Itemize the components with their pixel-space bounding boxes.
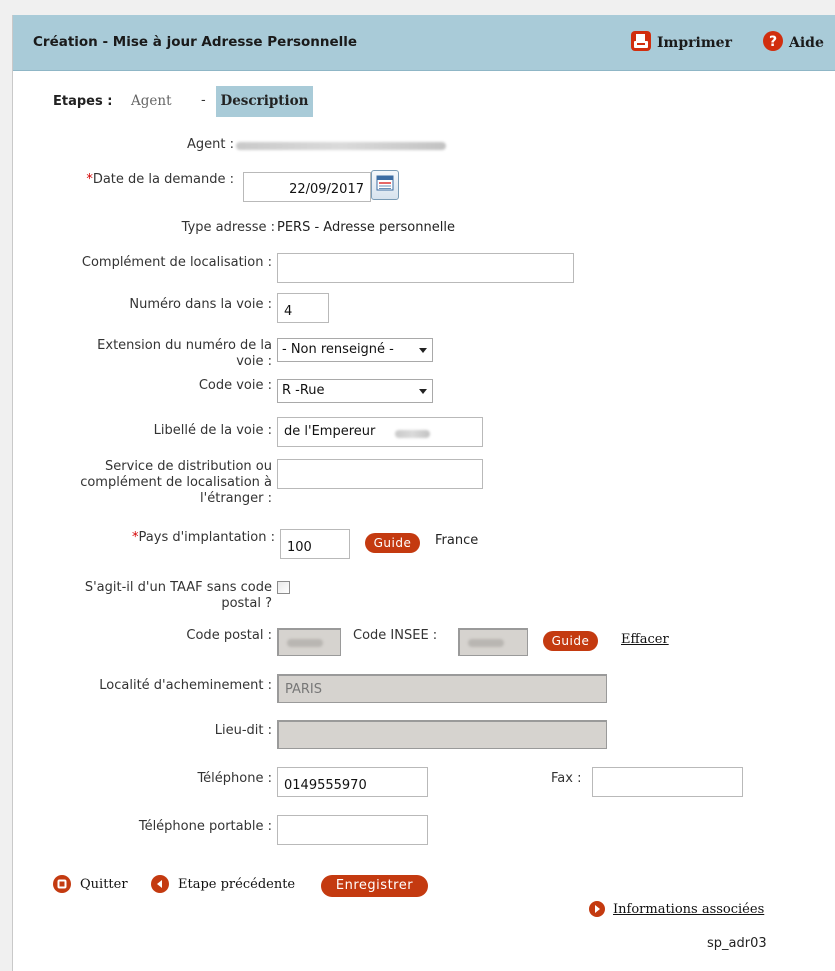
date-input[interactable] [243,172,371,202]
taaf-checkbox[interactable] [277,581,290,594]
service-input[interactable] [277,459,483,489]
complement-input[interactable] [277,253,574,283]
service-label: Service de distribution ou complément de… [80,459,272,506]
fax-label: Fax : [551,771,582,786]
agent-name-redacted [236,142,446,150]
extension-select[interactable]: - Non renseigné - [277,338,433,362]
save-button[interactable]: Enregistrer [321,875,428,897]
postal-guide-button[interactable]: Guide [543,631,598,651]
portable-label: Téléphone portable : [138,819,272,834]
stop-icon [53,875,71,893]
arrow-left-icon [151,875,169,893]
steps-label: Etapes : [53,94,113,109]
code-voie-select[interactable]: R -Rue [277,379,433,403]
form-panel: Création - Mise à jour Adresse Personnel… [12,15,835,971]
libelle-label: Libellé de la voie : [153,423,272,438]
agent-label: Agent : [187,137,234,152]
fax-input[interactable] [592,767,743,797]
arrow-right-icon [589,901,605,917]
calendar-button[interactable] [371,170,399,200]
pays-input[interactable] [280,529,350,559]
screen-id: sp_adr03 [707,936,767,951]
page-title: Création - Mise à jour Adresse Personnel… [33,34,358,50]
print-label: Imprimer [657,35,732,51]
svg-text:?: ? [769,34,777,50]
pays-name: France [435,533,479,548]
date-label: *Date de la demande : [86,172,234,187]
chevron-down-icon [419,348,427,353]
help-icon: ? [762,30,784,56]
code-postal-input[interactable] [277,628,341,656]
lieu-dit-label: Lieu-dit : [214,723,272,738]
pays-label: *Pays d'implantation : [132,530,275,545]
localite-label: Localité d'acheminement : [99,678,272,693]
printer-icon [630,30,652,56]
pays-guide-button[interactable]: Guide [365,533,420,553]
help-label: Aide [789,35,824,51]
type-value: PERS - Adresse personnelle [277,220,455,235]
chevron-down-icon [419,389,427,394]
page-header: Création - Mise à jour Adresse Personnel… [13,15,835,71]
effacer-link[interactable]: Effacer [621,632,669,647]
related-info-link[interactable]: Informations associées [589,901,764,917]
lieu-dit-input[interactable] [277,720,607,749]
taaf-label: S'agit-il d'un TAAF sans code postal ? [84,580,272,611]
previous-step-button[interactable]: Etape précédente [151,875,295,893]
type-label: Type adresse : [181,220,275,235]
extension-label: Extension du numéro de la voie : [97,338,272,369]
portable-input[interactable] [277,815,428,845]
complement-label: Complément de localisation : [81,255,272,270]
code-insee-redacted [468,639,504,647]
steps-separator: - [201,93,206,108]
libelle-input[interactable]: de l'Empereur [277,417,483,447]
quit-button[interactable]: Quitter [53,875,128,893]
code-postal-redacted [287,639,323,647]
print-button[interactable]: Imprimer [630,30,732,56]
calendar-icon [376,175,394,195]
code-postal-label: Code postal : [186,628,272,643]
telephone-label: Téléphone : [197,771,272,786]
numero-input[interactable] [277,293,329,323]
localite-input[interactable]: PARIS [277,674,607,703]
numero-label: Numéro dans la voie : [129,297,272,312]
libelle-redacted [395,430,430,438]
telephone-input[interactable] [277,767,428,797]
help-button[interactable]: ? Aide [762,30,824,56]
code-insee-input[interactable] [458,628,528,656]
step-agent[interactable]: Agent [131,93,172,109]
code-voie-label: Code voie : [198,378,272,393]
step-description: Description [216,86,313,117]
code-insee-label: Code INSEE : [353,628,438,643]
